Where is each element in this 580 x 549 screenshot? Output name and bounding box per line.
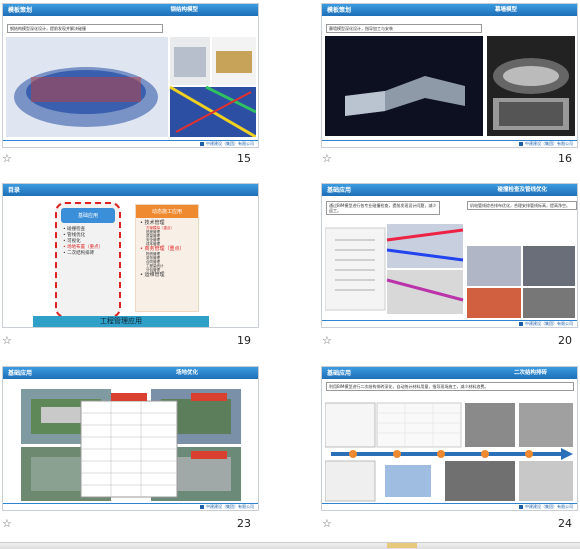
slide-subtitle: 场地优化 bbox=[175, 370, 198, 376]
masonry-layout-image bbox=[325, 402, 573, 502]
slide-title: 基础应用 bbox=[8, 370, 33, 377]
dynamic-item-list: • 技术管理 方案模拟（重点） 进度管理 质量管理 安全管理 成本管理 • 商务… bbox=[136, 218, 198, 280]
slide-thumbnail-20[interactable]: 基础应用 碰撞检查及管线优化 通过BIM模型进行各专业碰撞检查，提前发现设计问题… bbox=[321, 183, 578, 328]
dynamic-application-panel: 动态施工应用 • 技术管理 方案模拟（重点） 进度管理 质量管理 安全管理 成本… bbox=[135, 204, 199, 312]
site-layout-image bbox=[21, 389, 241, 501]
slide-number: 19 bbox=[237, 334, 251, 347]
slide-thumbnail-19[interactable]: 目录 基础应用 • 碰撞检查 • 管线优化 • 可视化 • 场地布置（重点） •… bbox=[2, 183, 259, 328]
ops-mgmt-heading: • 运维管理 bbox=[140, 272, 165, 278]
slide-title: 基础应用 bbox=[327, 187, 352, 194]
slide-footer: 中建建设（集团）有限公司 bbox=[322, 318, 577, 327]
panel-title: 动态施工应用 bbox=[136, 205, 198, 218]
slide-thumbnail-15[interactable]: 模板策划 钢结构模型 钢结构模型深化设计，提前发现并解决碰撞 中建建设（集团）有… bbox=[2, 3, 259, 148]
business-mgmt-items: 物资管理 劳务管理 合同管理 工程量统计 分包管理 bbox=[146, 252, 164, 272]
slide-caption-right: 机电管线综合排布优化，合理安排管线标高，提高净空。 bbox=[467, 201, 577, 210]
slide-header: 模板策划 钢结构模型 bbox=[3, 4, 258, 16]
slide-footer: 中建建设（集团）有限公司 bbox=[3, 501, 258, 510]
slide-number: 15 bbox=[237, 152, 251, 165]
steel-model-image bbox=[6, 37, 256, 137]
slide-subtitle: 钢结构模型 bbox=[170, 7, 198, 13]
slide-caption: 钢结构模型深化设计，提前发现并解决碰撞 bbox=[7, 24, 163, 33]
panel-title: 基础应用 bbox=[61, 208, 115, 223]
slide-number: 23 bbox=[237, 517, 251, 530]
clash-detection-image bbox=[325, 224, 575, 318]
slide-header: 基础应用 场地优化 bbox=[3, 367, 258, 379]
slide-number: 20 bbox=[558, 334, 572, 347]
slide-star-icon[interactable]: ☆ bbox=[322, 517, 332, 530]
slide-star-icon[interactable]: ☆ bbox=[2, 152, 12, 165]
slide-thumbnail-24[interactable]: 基础应用 二次结构排砖 利用BIM模型进行二次结构排砖深化，自动统计材料用量，指… bbox=[321, 366, 578, 511]
slide-header: 目录 bbox=[3, 184, 258, 196]
tech-mgmt-items: 方案模拟（重点） 进度管理 质量管理 安全管理 成本管理 bbox=[146, 226, 174, 246]
slide-star-icon[interactable]: ☆ bbox=[2, 334, 12, 347]
engineering-banner: 工程管理应用 bbox=[33, 316, 209, 327]
slide-thumbnail-23[interactable]: 基础应用 场地优化 中建建设（集团）有限公司 bbox=[2, 366, 259, 511]
slide-footer: 中建建设（集团）有限公司 bbox=[322, 138, 577, 147]
slide-star-icon[interactable]: ☆ bbox=[322, 152, 332, 165]
slide-caption: 利用BIM模型进行二次结构排砖深化，自动统计材料用量，指导现场施工，减少材料浪费… bbox=[326, 382, 574, 391]
slide-title: 目录 bbox=[8, 187, 21, 194]
basic-item-list: • 碰撞检查 • 管线优化 • 可视化 • 场地布置（重点） • 二次结构排砖 bbox=[57, 223, 119, 261]
slide-footer: 中建建设（集团）有限公司 bbox=[3, 138, 258, 147]
slide-thumbnail-16[interactable]: 模板策划 幕墙模型 幕墙模型深化设计，指导加工与安装 中建建设（集团）有限公司 bbox=[321, 3, 578, 148]
slide-number: 24 bbox=[558, 517, 572, 530]
basic-item: • 二次结构排砖 bbox=[63, 251, 95, 256]
scroll-thumb[interactable] bbox=[387, 543, 417, 548]
slide-title: 基础应用 bbox=[327, 370, 352, 377]
slide-header: 基础应用 碰撞检查及管线优化 bbox=[322, 184, 577, 196]
basic-application-panel: 基础应用 • 碰撞检查 • 管线优化 • 可视化 • 场地布置（重点） • 二次… bbox=[55, 202, 121, 318]
curtain-wall-model-image bbox=[325, 36, 575, 136]
slide-number: 16 bbox=[558, 152, 572, 165]
slide-subtitle: 幕墙模型 bbox=[494, 7, 517, 13]
slide-footer: 中建建设（集团）有限公司 bbox=[322, 501, 577, 510]
slide-header: 基础应用 二次结构排砖 bbox=[322, 367, 577, 379]
slide-header: 模板策划 幕墙模型 bbox=[322, 4, 577, 16]
slide-star-icon[interactable]: ☆ bbox=[322, 334, 332, 347]
slide-title: 模板策划 bbox=[8, 7, 33, 14]
slide-subtitle: 碰撞检查及管线优化 bbox=[497, 187, 547, 193]
slide-subtitle: 二次结构排砖 bbox=[513, 370, 547, 376]
slide-title: 模板策划 bbox=[327, 7, 352, 14]
slide-caption: 幕墙模型深化设计，指导加工与安装 bbox=[326, 24, 482, 33]
slide-caption-left: 通过BIM模型进行各专业碰撞检查，提前发现设计问题，减少返工。 bbox=[326, 201, 440, 215]
slide-star-icon[interactable]: ☆ bbox=[2, 517, 12, 530]
